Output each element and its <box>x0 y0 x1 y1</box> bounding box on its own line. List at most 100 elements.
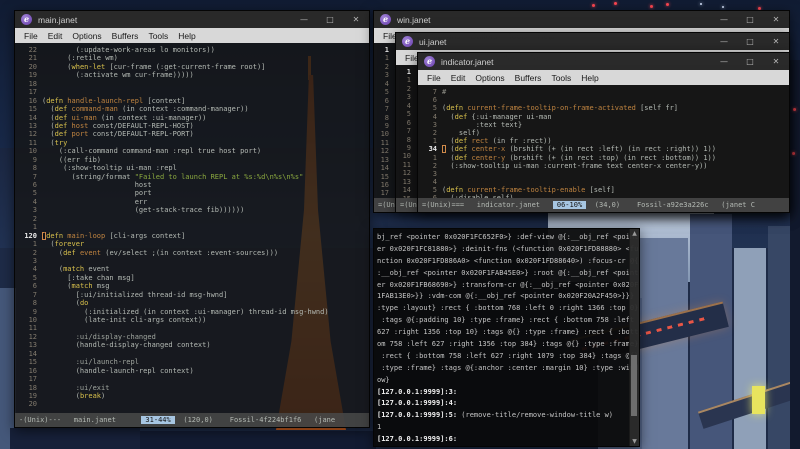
code-token: -(Unix)--- main.janet <box>19 416 142 424</box>
minimize-button[interactable]: — <box>711 33 737 50</box>
scrollbar[interactable]: ▲ ▼ <box>629 229 639 446</box>
line-number: 7 <box>406 127 411 136</box>
code-line: 6 <box>420 96 789 104</box>
code-token: command-man <box>71 105 118 114</box>
desktop: e win.janet — □ ✕ FileEditOptionsBuffers… <box>0 0 800 449</box>
line-text: :text text} <box>442 121 522 129</box>
code-token: (in context :ui-manager)) <box>96 113 207 122</box>
code-token: ( <box>42 299 80 308</box>
line-text: er 0x020F1FC81880>} :deinit-fns (<functi… <box>377 245 638 253</box>
code-token: ( <box>42 391 80 400</box>
scrollbar-thumb[interactable] <box>631 354 637 416</box>
close-button[interactable]: ✕ <box>763 53 789 70</box>
minimize-button[interactable]: — <box>711 53 737 70</box>
line-number: 9 <box>406 143 411 152</box>
line-number: 3 <box>32 256 37 265</box>
window-repl-output[interactable]: bj_ref <pointer 0x020F1FC652F0>} :def-vi… <box>373 228 640 447</box>
line-text: (break) <box>42 391 106 400</box>
code-token: (in fr :rect)) <box>488 137 552 146</box>
maximize-button[interactable]: □ <box>737 11 763 28</box>
line-text: (match msg <box>42 282 109 290</box>
minimize-button[interactable]: — <box>711 11 737 28</box>
maximize-button[interactable]: □ <box>737 33 763 50</box>
code-token: [127.0.0.1:9999]:4: <box>377 399 458 408</box>
menu-file[interactable]: File <box>19 31 43 41</box>
line-number: 12 <box>402 169 411 178</box>
code-line: 17 <box>17 375 369 383</box>
line-number: 17 <box>28 88 37 97</box>
menu-tools[interactable]: Tools <box>143 31 173 41</box>
titlebar[interactable]: e indicator.janet — □ ✕ <box>418 53 789 70</box>
code-line: 2 (:show-tooltip ui-man :current-frame t… <box>420 162 789 170</box>
line-text: (:activate wm cur-frame))))) <box>42 71 194 79</box>
menu-edit[interactable]: Edit <box>446 73 471 83</box>
menu-buffers[interactable]: Buffers <box>510 73 547 83</box>
scroll-up-arrow-icon[interactable]: ▲ <box>630 229 639 238</box>
antenna-light <box>793 108 796 111</box>
code-buffer[interactable]: 22 (:update-work-areas lo monitors)) 21 (… <box>15 43 369 413</box>
code-line: 5 (defn current-frame-tooltip-enable [sel… <box>420 186 789 194</box>
line-number: 7 <box>32 172 37 181</box>
line-number: 9 <box>32 307 37 316</box>
line-number: 17 <box>380 189 389 198</box>
close-button[interactable]: ✕ <box>343 11 369 28</box>
building <box>790 60 800 449</box>
line-number: 14 <box>402 186 411 195</box>
code-buffer[interactable]: 7 #6 5 (defn current-frame-tooltip-on-frame… <box>418 85 789 198</box>
titlebar[interactable]: e ui.janet — □ ✕ <box>396 33 789 50</box>
menu-tools[interactable]: Tools <box>546 73 576 83</box>
line-number: 3 <box>384 71 389 80</box>
code-token: current-frame-tooltip-on-frame-activated <box>467 104 636 113</box>
scroll-down-arrow-icon[interactable]: ▼ <box>630 437 639 446</box>
menu-edit[interactable]: Edit <box>43 31 68 41</box>
line-text: 627 :right 1356 :top 10} :tags @{} :type… <box>377 328 638 336</box>
menu-options[interactable]: Options <box>67 31 106 41</box>
line-number: 5 <box>432 186 437 195</box>
line-text: (:show-tooltip ui-man :repl <box>42 164 177 172</box>
titlebar[interactable]: e main.janet — □ ✕ <box>15 11 369 28</box>
code-token: :ui/exit <box>42 383 110 392</box>
code-token: er 0x020F1FB68690>} :transform-cr @{:__o… <box>377 280 639 289</box>
line-number: 19 <box>28 71 37 80</box>
code-token: ( <box>442 153 455 162</box>
code-line: 4 <box>420 178 789 186</box>
menu-file[interactable]: File <box>422 73 446 83</box>
window-main-janet[interactable]: e main.janet — □ ✕ File Edit Options Buffer… <box>14 10 370 428</box>
code-token: [context] <box>143 96 186 105</box>
line-text: (get-stack-trace fib)))))) <box>42 206 245 214</box>
line-text: (defn current-frame-tooltip-on-frame-act… <box>442 104 678 112</box>
close-button[interactable]: ✕ <box>763 33 789 50</box>
code-line: 1 (def rect (in fr :rect)) <box>420 137 789 145</box>
repl-buffer[interactable]: bj_ref <pointer 0x020F1FC652F0>} :def-vi… <box>374 229 639 446</box>
line-number: 4 <box>406 101 411 110</box>
code-line: 8 (do <box>17 299 369 307</box>
line-number: 8 <box>384 113 389 122</box>
minimize-button[interactable]: — <box>291 11 317 28</box>
code-token: 627 :right 1356 :top 10} :tags @{} :type… <box>377 328 639 337</box>
titlebar[interactable]: e win.janet — □ ✕ <box>374 11 789 28</box>
code-token: host <box>42 181 152 189</box>
code-line: ow} <box>377 375 627 387</box>
line-text: [127.0.0.1:9999]:4: <box>377 399 457 407</box>
menu-help[interactable]: Help <box>576 73 603 83</box>
code-token: defn <box>446 186 464 195</box>
line-text: (def {:ui-manager ui-man <box>442 113 551 121</box>
close-button[interactable]: ✕ <box>763 11 789 28</box>
code-line: 4 (def {:ui-manager ui-man <box>420 113 789 121</box>
menu-buffers[interactable]: Buffers <box>107 31 144 41</box>
code-token: =(Unix)=== indicator.janet <box>422 201 553 209</box>
window-indicator-janet[interactable]: e indicator.janet — □ ✕ File Edit Options B… <box>417 52 790 213</box>
line-number: 5 <box>32 273 37 282</box>
line-number: 10 <box>28 147 37 156</box>
menu-help[interactable]: Help <box>173 31 200 41</box>
antenna-light <box>614 2 617 5</box>
menu-options[interactable]: Options <box>470 73 509 83</box>
code-token: [:ui/initialized thread-id msg-hwnd] <box>42 290 228 299</box>
maximize-button[interactable]: □ <box>737 53 763 70</box>
code-token: ( <box>42 113 55 122</box>
line-text: (def event (ev/select ;(in context :even… <box>42 249 278 257</box>
line-text: (when-let [cur-frame (:get-current-frame… <box>42 63 265 71</box>
maximize-button[interactable]: □ <box>317 11 343 28</box>
line-text: (handle-display-changed context) <box>42 341 211 349</box>
line-text: (late-init cli-args context)) <box>42 316 206 324</box>
